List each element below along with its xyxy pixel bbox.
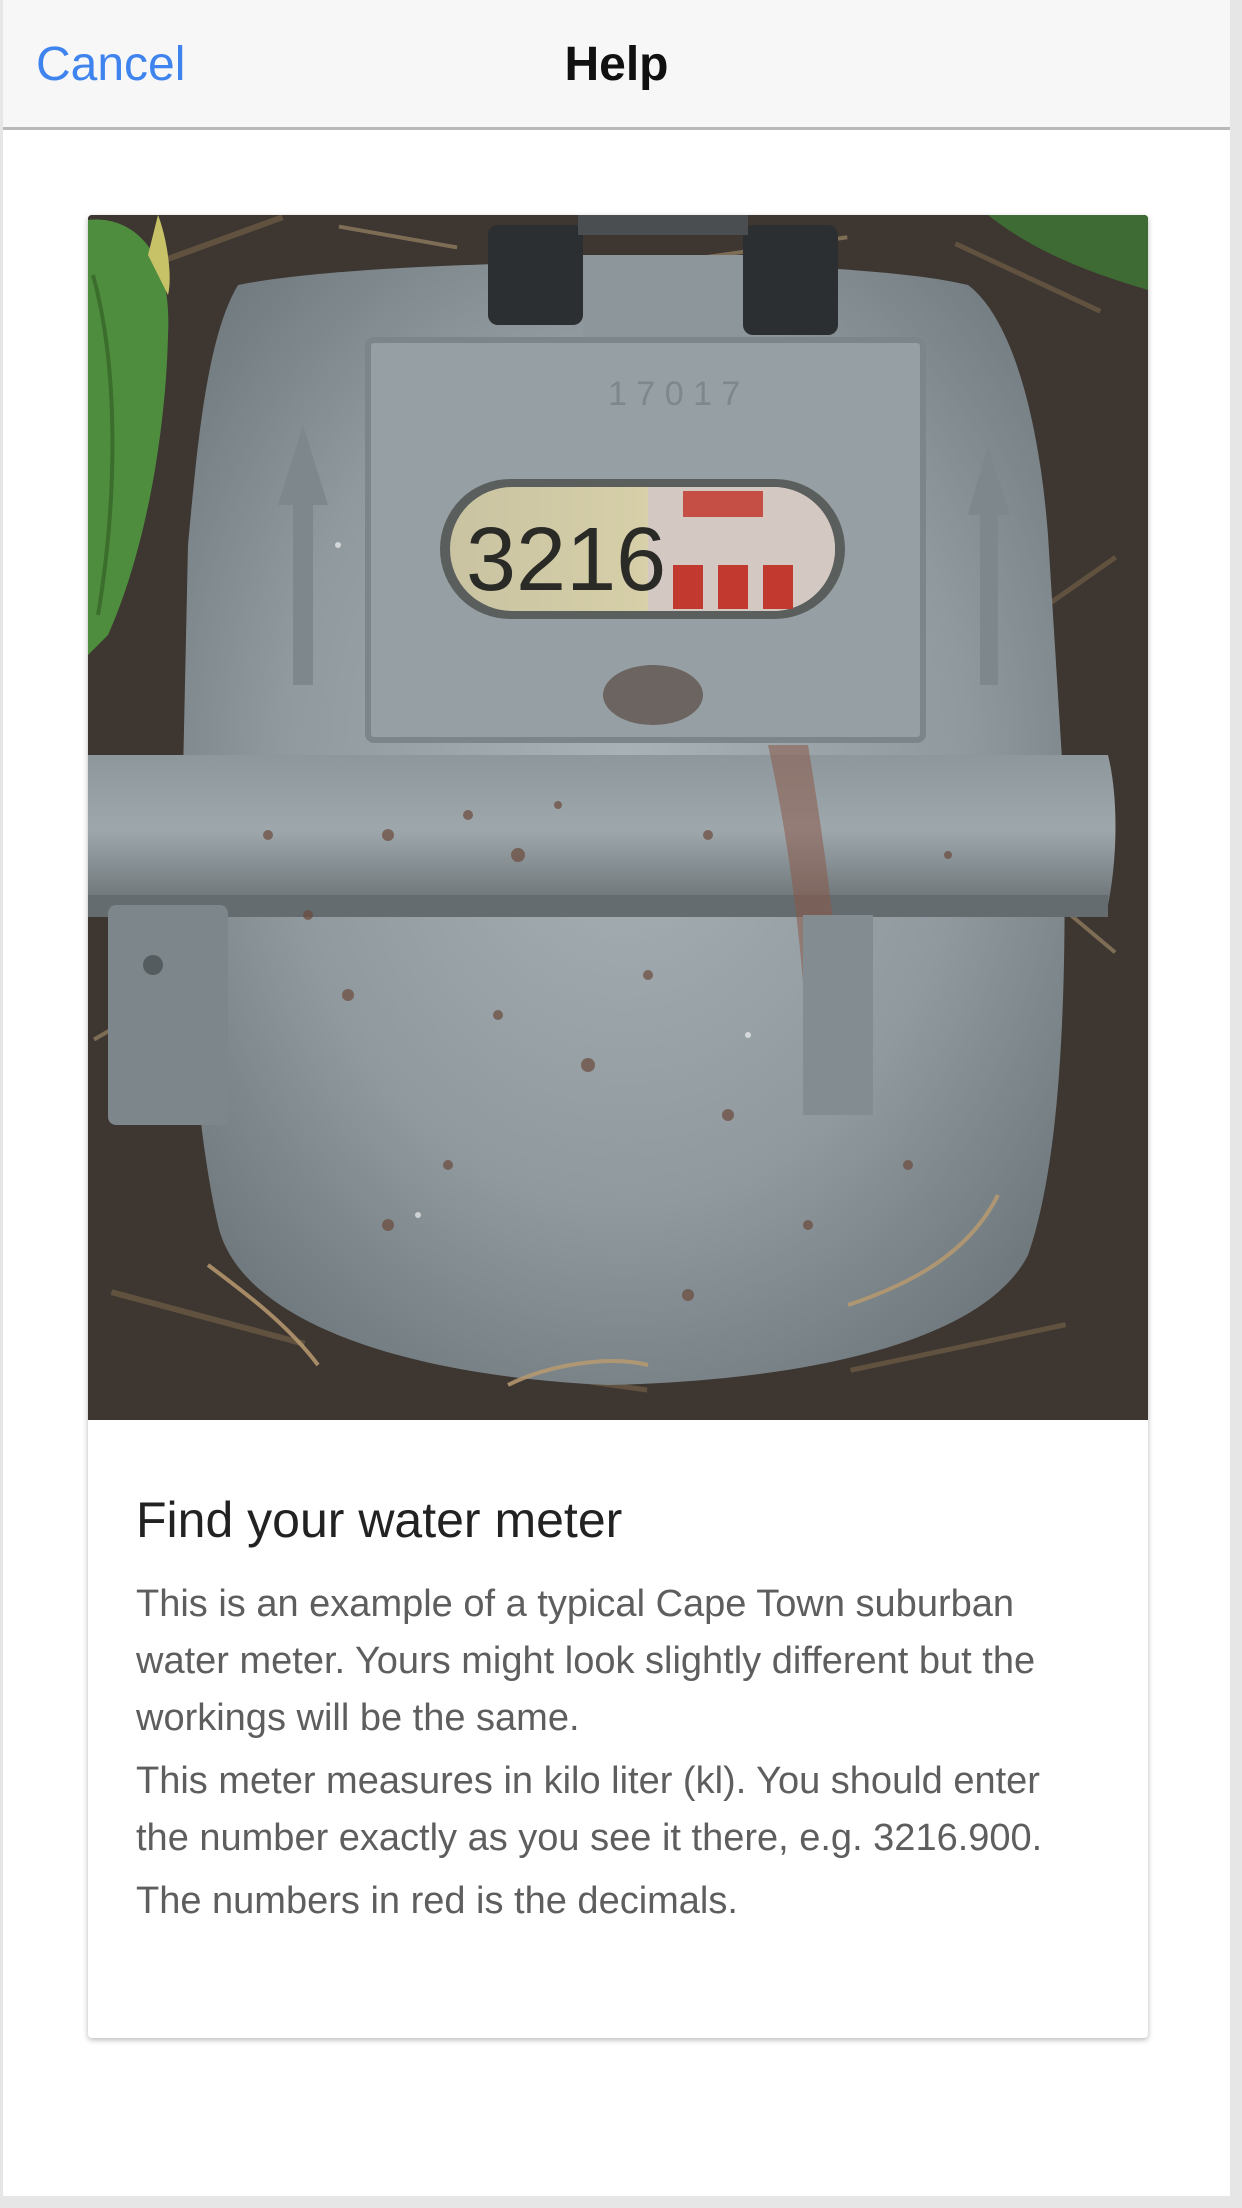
svg-text:1 7 0 1 7: 1 7 0 1 7 xyxy=(608,375,740,413)
page-title: Help xyxy=(564,38,669,91)
help-screen: Cancel Help 1 7 0 1 7 3216 Find your wat… xyxy=(0,0,1242,2208)
card-paragraph: This meter measures in kilo liter (kl). … xyxy=(136,1760,1043,1859)
help-card: 1 7 0 1 7 3216 900 xyxy=(88,215,1148,2038)
water-meter-photo: 1 7 0 1 7 3216 900 xyxy=(88,215,1148,1420)
card-body: Find your water meter This is an example… xyxy=(88,1420,1148,1930)
card-title: Find your water meter xyxy=(136,1492,623,1548)
card-paragraph: This is an example of a typical Cape Tow… xyxy=(136,1583,1036,1739)
card-paragraph: The numbers in red is the decimals. xyxy=(136,1880,738,1922)
navigation-bar: Cancel Help xyxy=(3,0,1230,130)
meter-digits: 3216 xyxy=(466,510,666,610)
cancel-button[interactable]: Cancel xyxy=(36,0,185,130)
